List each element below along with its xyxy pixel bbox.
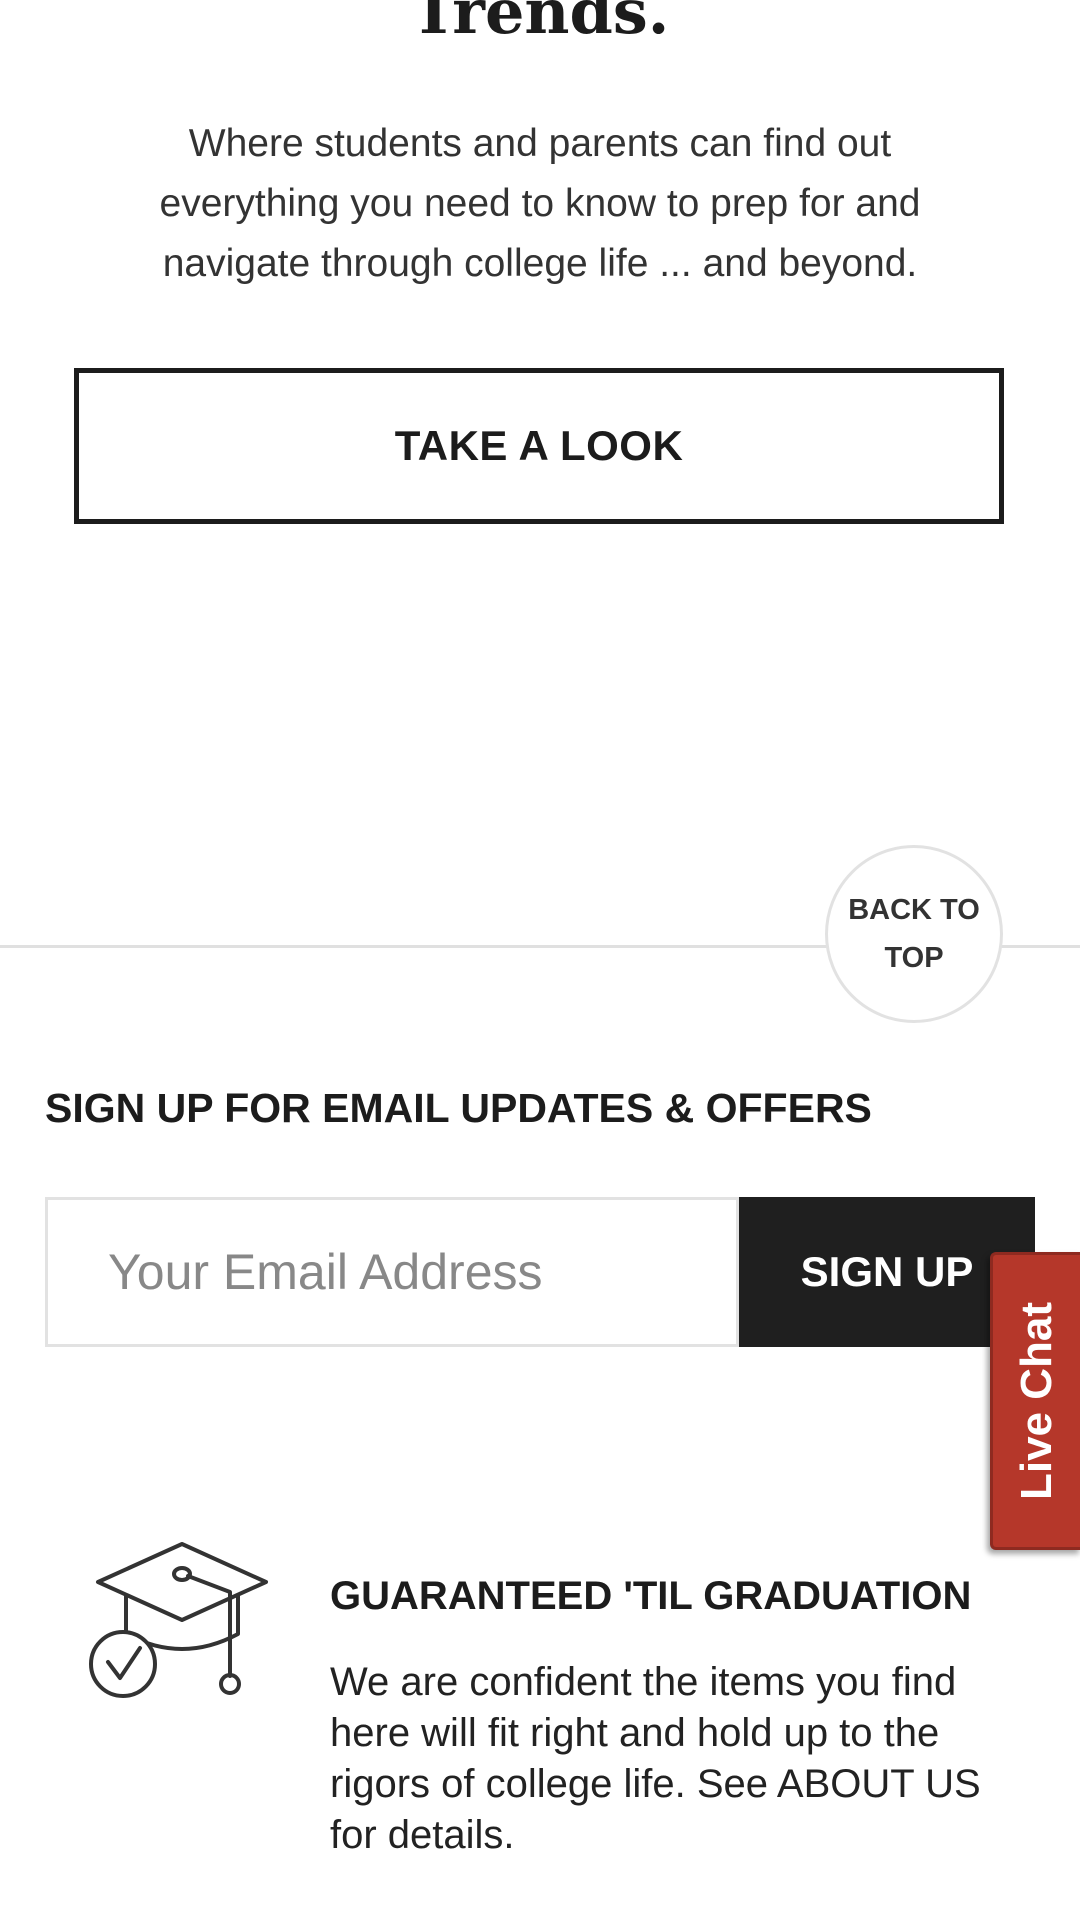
back-to-top-button[interactable]: BACK TO TOP (825, 845, 1003, 1023)
live-chat-tab[interactable]: Live Chat (990, 1252, 1080, 1550)
email-input[interactable] (45, 1197, 739, 1347)
guarantee-heading: GUARANTEED 'TIL GRADUATION (330, 1574, 972, 1618)
hero-title: Trends. (410, 0, 670, 48)
take-a-look-button[interactable]: TAKE A LOOK (74, 368, 1004, 524)
graduation-cap-check-icon (89, 1542, 268, 1698)
live-chat-label: Live Chat (1012, 1301, 1062, 1501)
newsletter-heading: SIGN UP FOR EMAIL UPDATES & OFFERS (45, 1085, 872, 1131)
back-to-top-label: BACK TO TOP (848, 894, 980, 974)
guarantee-text: We are confident the items you find here… (330, 1660, 981, 1857)
hero-description: Where students and parents can find out … (159, 122, 921, 285)
